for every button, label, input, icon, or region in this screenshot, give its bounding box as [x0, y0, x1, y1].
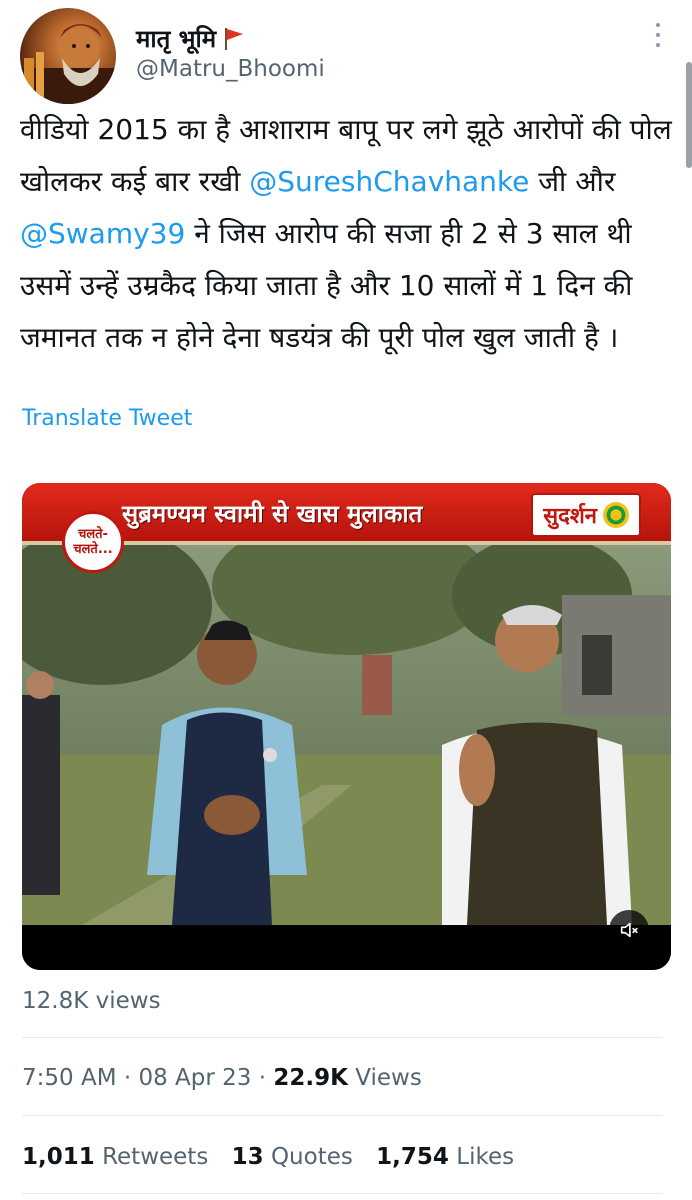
- tweet-time[interactable]: 7:50 AM: [22, 1065, 117, 1091]
- video-views-count: 12.8K views: [22, 988, 161, 1014]
- more-options-icon[interactable]: [648, 20, 668, 50]
- red-flag-icon: [222, 26, 246, 52]
- likes-count: 1,754: [376, 1144, 449, 1170]
- likes-stat[interactable]: 1,754 Likes: [376, 1144, 514, 1170]
- tweet-video[interactable]: सुब्रमण्यम स्वामी से खास मुलाकात सुदर्शन…: [22, 483, 671, 970]
- divider: [22, 1193, 662, 1194]
- author-display-name[interactable]: मातृ भूमि: [136, 22, 246, 55]
- author-handle[interactable]: @Matru_Bhoomi: [136, 56, 325, 82]
- separator-dot: ·: [123, 1065, 132, 1091]
- quotes-label: Quotes: [270, 1144, 353, 1170]
- tweet-views-count: 22.9K: [273, 1065, 348, 1091]
- retweets-stat[interactable]: 1,011 Retweets: [22, 1144, 216, 1170]
- tweet-text-segment: जी और: [529, 165, 616, 198]
- video-frame: [22, 545, 671, 925]
- quotes-count: 13: [231, 1144, 264, 1170]
- channel-logo-text: सुदर्शन: [543, 504, 597, 529]
- engagement-stats: 1,011 Retweets 13 Quotes 1,754 Likes: [22, 1144, 530, 1170]
- retweets-label: Retweets: [102, 1144, 209, 1170]
- tweet-detail-page: मातृ भूमि @Matru_Bhoomi वीडियो 2015 का ह…: [0, 0, 692, 1200]
- retweets-count: 1,011: [22, 1144, 95, 1170]
- scrollbar[interactable]: [686, 62, 692, 168]
- channel-emblem-icon: [603, 502, 629, 528]
- banner-title: सुब्रमण्यम स्वामी से खास मुलाकात: [122, 500, 423, 528]
- mention-link[interactable]: @Swamy39: [20, 217, 185, 250]
- author-avatar[interactable]: [20, 8, 116, 104]
- divider: [22, 1115, 662, 1116]
- tweet-text: वीडियो 2015 का है आशाराम बापू पर लगे झूठ…: [20, 104, 680, 364]
- tweet-timestamp-line: 7:50 AM · 08 Apr 23 · 22.9K Views: [22, 1065, 422, 1091]
- translate-tweet-link[interactable]: Translate Tweet: [22, 406, 192, 431]
- divider: [22, 1037, 662, 1038]
- channel-logo: सुदर्शन: [531, 493, 641, 537]
- tweet-date[interactable]: 08 Apr 23: [138, 1065, 251, 1091]
- likes-label: Likes: [456, 1144, 515, 1170]
- mention-link[interactable]: @SureshChavhanke: [249, 165, 529, 198]
- quotes-stat[interactable]: 13 Quotes: [232, 1144, 361, 1170]
- video-bottom-bar: [22, 925, 671, 970]
- banner-segment-badge: चलते-चलते...: [62, 511, 124, 573]
- tweet-views-label: Views: [355, 1065, 422, 1091]
- mute-icon[interactable]: [609, 910, 649, 950]
- separator-dot: ·: [258, 1065, 267, 1091]
- display-name-text: मातृ भूमि: [136, 25, 217, 53]
